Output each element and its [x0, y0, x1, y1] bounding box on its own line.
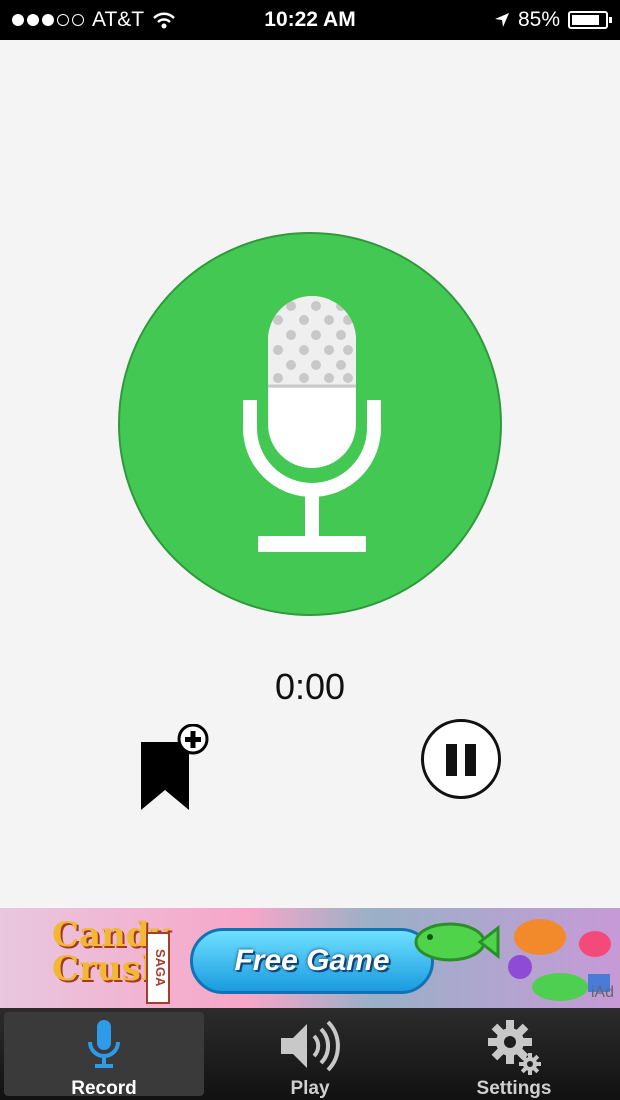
battery-percentage: 85% [517, 8, 560, 31]
microphone-icon [88, 1020, 120, 1068]
battery-icon [568, 11, 612, 29]
pause-icon [446, 744, 457, 776]
tab-play-label: Play [290, 1078, 330, 1099]
tab-record[interactable]: Record [4, 1012, 204, 1099]
candy-fish-icon [414, 922, 500, 962]
microphone-icon [243, 296, 381, 552]
speaker-icon [281, 1020, 340, 1072]
location-arrow-icon [494, 13, 509, 27]
tab-settings-label: Settings [476, 1078, 552, 1099]
tab-record-label: Record [71, 1078, 137, 1099]
status-right: 85% [494, 8, 612, 32]
tab-settings[interactable]: Settings [414, 1012, 614, 1099]
ad-banner[interactable]: Candy Crush SAGA Free Game iAd [0, 908, 620, 1008]
gear-icon [488, 1020, 541, 1075]
add-bookmark-button[interactable] [138, 723, 210, 819]
iad-label: iAd [590, 984, 614, 1001]
status-bar: AT&T 10:22 AM 85% [0, 0, 620, 40]
free-game-button[interactable]: Free Game [190, 928, 434, 994]
pause-icon-bar [465, 744, 476, 776]
bookmark-plus-icon [141, 723, 209, 810]
tab-bar: Record Play Settings [0, 1008, 620, 1100]
saga-tag: SAGA [146, 932, 170, 1004]
record-button[interactable] [118, 232, 502, 616]
tab-play[interactable]: Play [210, 1012, 410, 1099]
pause-button[interactable] [421, 719, 501, 799]
elapsed-time: 0:00 [274, 666, 346, 707]
